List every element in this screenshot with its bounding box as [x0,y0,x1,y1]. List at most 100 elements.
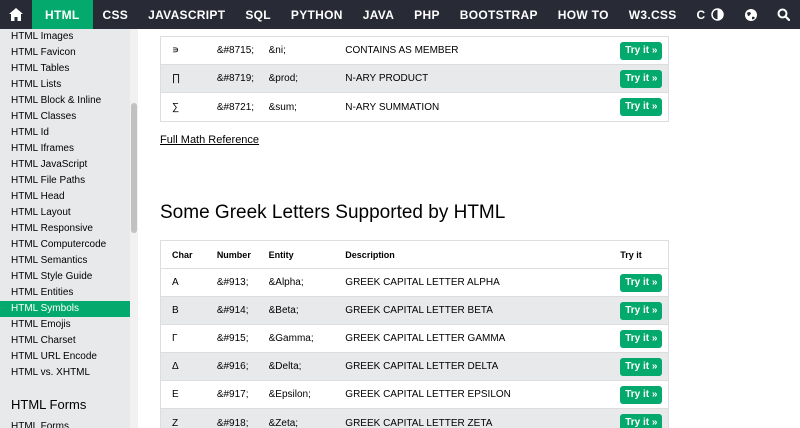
number-cell: &#916; [216,361,249,372]
home-icon[interactable] [0,0,32,29]
sidebar-item-html-iframes[interactable]: HTML Iframes [0,141,130,157]
sidebar-item-html-entities[interactable]: HTML Entities [0,285,130,301]
sidebar-item-html-url-encode[interactable]: HTML URL Encode [0,349,130,365]
nav-sql[interactable]: SQL [235,0,281,29]
try-cell: Try it » [620,385,668,404]
char-cell: Γ [172,333,178,344]
sidebar-item-html-semantics[interactable]: HTML Semantics [0,253,130,269]
search-icon[interactable] [767,0,800,29]
nav-bootstrap[interactable]: BOOTSTRAP [450,0,548,29]
sidebar-item-html-layout[interactable]: HTML Layout [0,205,130,221]
sidebar-item-html-computercode[interactable]: HTML Computercode [0,237,130,253]
sidebar-item-html-file-paths[interactable]: HTML File Paths [0,173,130,189]
description-cell: N-ARY PRODUCT [345,73,429,84]
description-cell: GREEK CAPITAL LETTER BETA [345,305,493,316]
char-cell: Δ [172,361,179,372]
number-cell: &#8719; [216,73,255,84]
scrollbar-thumb[interactable] [131,103,137,233]
try-it-button[interactable]: Try it » [620,69,663,88]
char-cell: Ε [172,389,179,400]
header-try: Try it [620,249,642,260]
sidebar-item-html-head[interactable]: HTML Head [0,189,130,205]
sidebar-links: HTML Images HTML Favicon HTML Tables HTML L… [0,29,130,381]
globe-icon[interactable] [734,0,767,29]
header-entity: Entity [268,249,294,260]
table-row: ∍ &#8715; &ni; CONTAINS AS MEMBER Try it » [161,37,668,65]
number-cell: &#8721; [216,101,255,113]
entity-cell: &sum; [268,101,297,113]
sidebar-item-html-symbols[interactable]: HTML Symbols [0,301,130,317]
full-math-reference-link[interactable]: Full Math Reference [160,134,259,146]
try-it-button[interactable]: Try it » [620,329,663,348]
sidebar-item-html-style-guide[interactable]: HTML Style Guide [0,269,130,285]
sidebar-item-html-images[interactable]: HTML Images [0,29,130,45]
try-cell: Try it » [620,329,668,348]
sidebar: HTML Images HTML Favicon HTML Tables HTML L… [0,29,130,428]
entity-cell: &Alpha; [268,277,304,288]
sidebar-item-html-emojis[interactable]: HTML Emojis [0,317,130,333]
sidebar-item-html-favicon[interactable]: HTML Favicon [0,45,130,61]
try-cell: Try it » [620,273,668,292]
contrast-icon[interactable] [701,0,734,29]
entity-cell: &Epsilon; [268,389,311,400]
table-row: Β &#914; &Beta; GREEK CAPITAL LETTER BETA Tr… [161,297,668,325]
sidebar-item-html-charset[interactable]: HTML Charset [0,333,130,349]
greek-letters-heading: Some Greek Letters Supported by HTML [160,202,506,223]
try-it-button[interactable]: Try it » [620,385,663,404]
entity-cell: &Zeta; [268,417,299,428]
nav-python[interactable]: PYTHON [281,0,353,29]
try-cell: Try it » [620,98,668,116]
try-it-button[interactable]: Try it » [620,414,663,428]
sidebar-item-html-responsive[interactable]: HTML Responsive [0,221,130,237]
description-cell: CONTAINS AS MEMBER [345,45,459,56]
try-cell: Try it » [620,41,668,60]
try-it-button[interactable]: Try it » [620,98,663,116]
entity-cell: &Gamma; [268,333,314,344]
entity-cell: &Delta; [268,361,302,372]
number-cell: &#918; [216,417,249,428]
try-cell: Try it » [620,357,668,376]
main-content: ∍ &#8715; &ni; CONTAINS AS MEMBER Try it » ∏ &… [160,29,800,428]
description-cell: GREEK CAPITAL LETTER EPSILON [345,389,511,400]
try-cell: Try it » [620,414,668,428]
nav-w3css[interactable]: W3.CSS [619,0,687,29]
sidebar-item-html-block-inline[interactable]: HTML Block & Inline [0,93,130,109]
try-it-button[interactable]: Try it » [620,301,663,320]
sidebar-item-html-lists[interactable]: HTML Lists [0,77,130,93]
nav-java[interactable]: JAVA [353,0,404,29]
sidebar-item-html-classes[interactable]: HTML Classes [0,109,130,125]
sidebar-item-html-id[interactable]: HTML Id [0,125,130,141]
nav-php[interactable]: PHP [404,0,450,29]
sidebar-item-html-forms[interactable]: HTML Forms [0,419,130,428]
char-cell: ∍ [172,45,180,56]
entity-cell: &Beta; [268,305,299,316]
nav-html[interactable]: HTML [32,0,93,29]
try-it-button[interactable]: Try it » [620,273,663,292]
sidebar-scrollbar[interactable] [130,29,138,428]
table-row: Γ &#915; &Gamma; GREEK CAPITAL LETTER GAMMA… [161,325,668,353]
number-cell: &#915; [216,333,249,344]
nav-css[interactable]: CSS [93,0,139,29]
char-cell: ∑ [172,101,180,113]
description-cell: GREEK CAPITAL LETTER ZETA [345,417,493,428]
try-cell: Try it » [620,301,668,320]
char-cell: Α [172,277,179,288]
entity-cell: &ni; [268,45,286,56]
sidebar-item-html-javascript[interactable]: HTML JavaScript [0,157,130,173]
try-it-button[interactable]: Try it » [620,41,663,60]
char-cell: Ζ [172,417,179,428]
description-cell: N-ARY SUMMATION [345,101,440,113]
sidebar-item-html-vs-xhtml[interactable]: HTML vs. XHTML [0,365,130,381]
number-cell: &#913; [216,277,249,288]
sidebar-section-forms: HTML Forms [11,397,87,412]
nav-javascript[interactable]: JAVASCRIPT [138,0,235,29]
entity-cell: &prod; [268,73,299,84]
sidebar-item-html-tables[interactable]: HTML Tables [0,61,130,77]
table-row: ∏ &#8719; &prod; N-ARY PRODUCT Try it » [161,65,668,93]
nav-how-to[interactable]: HOW TO [548,0,619,29]
table-row: Ε &#917; &Epsilon; GREEK CAPITAL LETTER EPS… [161,381,668,409]
number-cell: &#914; [216,305,249,316]
nav-right-icons [701,0,800,29]
try-it-button[interactable]: Try it » [620,357,663,376]
description-cell: GREEK CAPITAL LETTER DELTA [345,361,499,372]
